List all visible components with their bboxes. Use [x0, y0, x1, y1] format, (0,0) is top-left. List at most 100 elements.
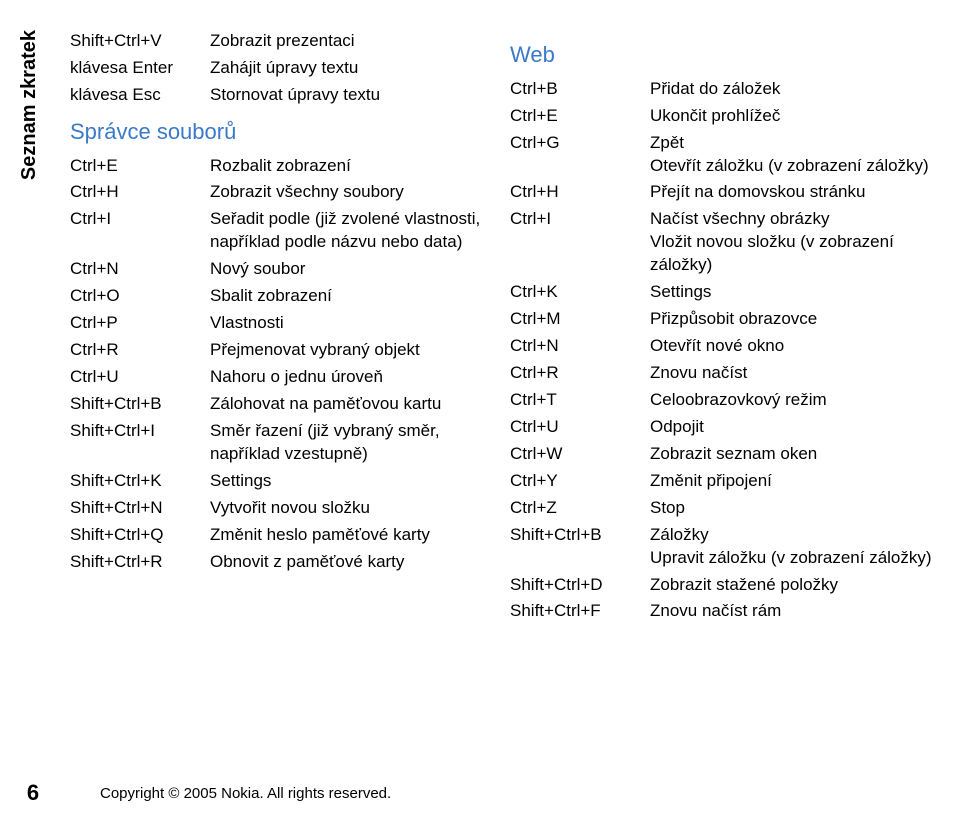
shortcut-desc: Zobrazit všechny soubory [210, 181, 500, 204]
shortcut-key: Ctrl+Z [510, 497, 650, 520]
shortcut-desc: Ukončit prohlížeč [650, 105, 940, 128]
shortcut-desc: Stop [650, 497, 940, 520]
footer-copyright: Copyright © 2005 Nokia. All rights reser… [100, 785, 391, 802]
shortcut-row: Shift+Ctrl+QZměnit heslo paměťové karty [70, 524, 500, 547]
shortcut-row: Ctrl+HZobrazit všechny soubory [70, 181, 500, 204]
page-number: 6 [18, 780, 48, 806]
shortcut-key: Ctrl+P [70, 312, 210, 335]
shortcut-key: Ctrl+O [70, 285, 210, 308]
shortcut-row: Ctrl+MPřizpůsobit obrazovce [510, 308, 940, 331]
shortcut-row: Ctrl+KSettings [510, 281, 940, 304]
shortcut-key: Ctrl+M [510, 308, 650, 331]
shortcut-row: Ctrl+PVlastnosti [70, 312, 500, 335]
shortcut-desc: Otevřít nové okno [650, 335, 940, 358]
shortcut-row: Ctrl+UOdpojit [510, 416, 940, 439]
shortcut-desc: Vlastnosti [210, 312, 500, 335]
shortcut-key: klávesa Enter [70, 57, 210, 80]
shortcut-row: Ctrl+ZStop [510, 497, 940, 520]
shortcut-desc: Settings [210, 470, 500, 493]
shortcut-desc: Směr řazení (již vybraný směr, například… [210, 420, 500, 466]
shortcut-key: Ctrl+I [510, 208, 650, 277]
shortcut-row: Shift+Ctrl+NVytvořit novou složku [70, 497, 500, 520]
shortcut-row: Ctrl+OSbalit zobrazení [70, 285, 500, 308]
shortcut-row: Shift+Ctrl+RObnovit z paměťové karty [70, 551, 500, 574]
shortcut-row: Ctrl+TCeloobrazovkový režim [510, 389, 940, 412]
shortcut-desc: Zobrazit seznam oken [650, 443, 940, 466]
shortcut-row: Ctrl+BPřidat do záložek [510, 78, 940, 101]
shortcut-key: Shift+Ctrl+R [70, 551, 210, 574]
shortcut-row: Ctrl+GZpětOtevřít záložku (v zobrazení z… [510, 132, 940, 178]
shortcut-key: Shift+Ctrl+Q [70, 524, 210, 547]
shortcut-desc: Zobrazit prezentaci [210, 30, 500, 53]
shortcut-key: Shift+Ctrl+F [510, 600, 650, 623]
shortcut-key: Ctrl+R [510, 362, 650, 385]
shortcut-key: Shift+Ctrl+N [70, 497, 210, 520]
shortcut-row: klávesa EscStornovat úpravy textu [70, 84, 500, 107]
shortcut-key: Ctrl+R [70, 339, 210, 362]
shortcut-desc: Nový soubor [210, 258, 500, 281]
column-left: Shift+Ctrl+VZobrazit prezentaciklávesa E… [70, 30, 500, 627]
shortcut-key: Ctrl+K [510, 281, 650, 304]
shortcut-key: Ctrl+Y [510, 470, 650, 493]
shortcut-row: Ctrl+NNový soubor [70, 258, 500, 281]
shortcut-key: Shift+Ctrl+V [70, 30, 210, 53]
shortcut-key: Ctrl+G [510, 132, 650, 178]
shortcut-key: Ctrl+T [510, 389, 650, 412]
shortcut-key: Ctrl+E [510, 105, 650, 128]
shortcut-desc: Vytvořit novou složku [210, 497, 500, 520]
shortcut-key: Ctrl+H [510, 181, 650, 204]
shortcut-desc: Stornovat úpravy textu [210, 84, 500, 107]
shortcut-key: Shift+Ctrl+K [70, 470, 210, 493]
shortcut-key: klávesa Esc [70, 84, 210, 107]
shortcut-row: Ctrl+ERozbalit zobrazení [70, 155, 500, 178]
section-file-manager: Správce souborů [70, 117, 500, 147]
shortcut-desc: Přejít na domovskou stránku [650, 181, 940, 204]
section-web: Web [510, 40, 940, 70]
shortcut-row: Shift+Ctrl+FZnovu načíst rám [510, 600, 940, 623]
page: Seznam zkratek 6 Shift+Ctrl+VZobrazit pr… [0, 0, 960, 828]
shortcut-desc: Přidat do záložek [650, 78, 940, 101]
shortcut-key: Ctrl+W [510, 443, 650, 466]
column-right: Web Ctrl+BPřidat do záložekCtrl+EUkončit… [510, 30, 940, 627]
shortcut-desc: Settings [650, 281, 940, 304]
content-columns: Shift+Ctrl+VZobrazit prezentaciklávesa E… [70, 30, 940, 627]
shortcut-row: Ctrl+HPřejít na domovskou stránku [510, 181, 940, 204]
shortcut-desc: Přizpůsobit obrazovce [650, 308, 940, 331]
shortcut-desc: Odpojit [650, 416, 940, 439]
shortcut-desc: Sbalit zobrazení [210, 285, 500, 308]
shortcut-key: Ctrl+N [510, 335, 650, 358]
shortcut-row: Ctrl+EUkončit prohlížeč [510, 105, 940, 128]
shortcut-desc: Nahoru o jednu úroveň [210, 366, 500, 389]
shortcut-row: Ctrl+UNahoru o jednu úroveň [70, 366, 500, 389]
shortcut-key: Ctrl+B [510, 78, 650, 101]
shortcut-row: Ctrl+INačíst všechny obrázkyVložit novou… [510, 208, 940, 277]
shortcut-desc: Znovu načíst rám [650, 600, 940, 623]
shortcut-desc: Změnit heslo paměťové karty [210, 524, 500, 547]
shortcut-row: Shift+Ctrl+ISměr řazení (již vybraný smě… [70, 420, 500, 466]
shortcut-desc: Zahájit úpravy textu [210, 57, 500, 80]
shortcut-key: Ctrl+U [510, 416, 650, 439]
shortcut-desc: ZpětOtevřít záložku (v zobrazení záložky… [650, 132, 940, 178]
shortcut-desc: ZáložkyUpravit záložku (v zobrazení zálo… [650, 524, 940, 570]
shortcut-key: Ctrl+H [70, 181, 210, 204]
shortcut-desc: Znovu načíst [650, 362, 940, 385]
shortcut-row: Ctrl+ISeřadit podle (již zvolené vlastno… [70, 208, 500, 254]
shortcut-desc: Zobrazit stažené položky [650, 574, 940, 597]
shortcut-row: Ctrl+RZnovu načíst [510, 362, 940, 385]
shortcut-desc: Rozbalit zobrazení [210, 155, 500, 178]
shortcut-desc: Seřadit podle (již zvolené vlastnosti, n… [210, 208, 500, 254]
shortcut-row: Ctrl+WZobrazit seznam oken [510, 443, 940, 466]
shortcut-key: Ctrl+I [70, 208, 210, 254]
shortcut-key: Ctrl+N [70, 258, 210, 281]
shortcut-row: Shift+Ctrl+VZobrazit prezentaci [70, 30, 500, 53]
shortcut-row: Ctrl+RPřejmenovat vybraný objekt [70, 339, 500, 362]
shortcut-row: klávesa EnterZahájit úpravy textu [70, 57, 500, 80]
shortcut-desc: Přejmenovat vybraný objekt [210, 339, 500, 362]
shortcut-key: Ctrl+U [70, 366, 210, 389]
shortcut-key: Shift+Ctrl+B [510, 524, 650, 570]
shortcut-row: Ctrl+NOtevřít nové okno [510, 335, 940, 358]
shortcut-row: Shift+Ctrl+KSettings [70, 470, 500, 493]
shortcut-desc: Obnovit z paměťové karty [210, 551, 500, 574]
shortcut-row: Ctrl+YZměnit připojení [510, 470, 940, 493]
shortcut-desc: Změnit připojení [650, 470, 940, 493]
